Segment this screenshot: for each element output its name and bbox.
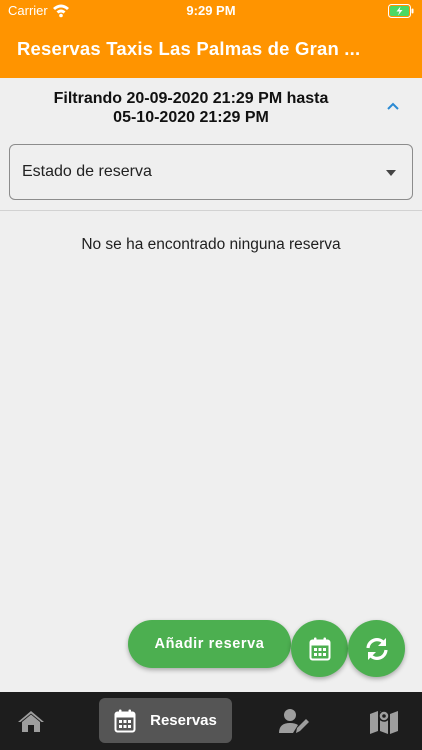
battery-charging-icon <box>388 4 414 18</box>
nav-reservas[interactable]: Reservas <box>99 698 232 743</box>
filter-date-range: Filtrando 20-09-2020 21:29 PM hasta 05-1… <box>18 89 364 127</box>
bottom-navigation: Reservas <box>0 692 422 750</box>
status-time: 9:29 PM <box>186 3 236 18</box>
calendar-icon <box>114 709 136 732</box>
filter-range-end: 05-10-2020 21:29 PM <box>113 109 269 126</box>
chevron-up-icon[interactable] <box>385 100 401 112</box>
calendar-icon <box>309 637 330 660</box>
refresh-button[interactable] <box>348 620 405 677</box>
page-title: Reservas Taxis Las Palmas de Gran ... <box>17 38 361 59</box>
nav-profile[interactable] <box>272 700 316 742</box>
add-booking-button[interactable]: Añadir reserva <box>128 620 291 668</box>
map-icon <box>370 710 398 734</box>
add-booking-label: Añadir reserva <box>154 636 265 652</box>
dropdown-arrow-icon <box>386 170 396 176</box>
filter-panel: Filtrando 20-09-2020 21:29 PM hasta 05-1… <box>0 78 422 211</box>
nav-reservas-label: Reservas <box>150 712 217 729</box>
booking-status-select[interactable]: Estado de reserva <box>9 144 413 200</box>
nav-home[interactable] <box>10 700 52 742</box>
status-bar: Carrier 9:29 PM <box>0 0 422 22</box>
home-icon <box>18 711 44 732</box>
booking-status-select-label: Estado de reserva <box>22 163 152 180</box>
empty-state-message: No se ha encontrado ninguna reserva <box>81 236 341 253</box>
filter-range-start: Filtrando 20-09-2020 21:29 PM hasta <box>53 90 329 107</box>
calendar-filter-button[interactable] <box>291 620 348 677</box>
user-edit-icon <box>279 709 309 733</box>
refresh-icon <box>365 637 388 660</box>
nav-map[interactable] <box>362 700 406 742</box>
app-header: Carrier 9:29 PM Reservas Taxis Las Palma… <box>0 0 422 78</box>
